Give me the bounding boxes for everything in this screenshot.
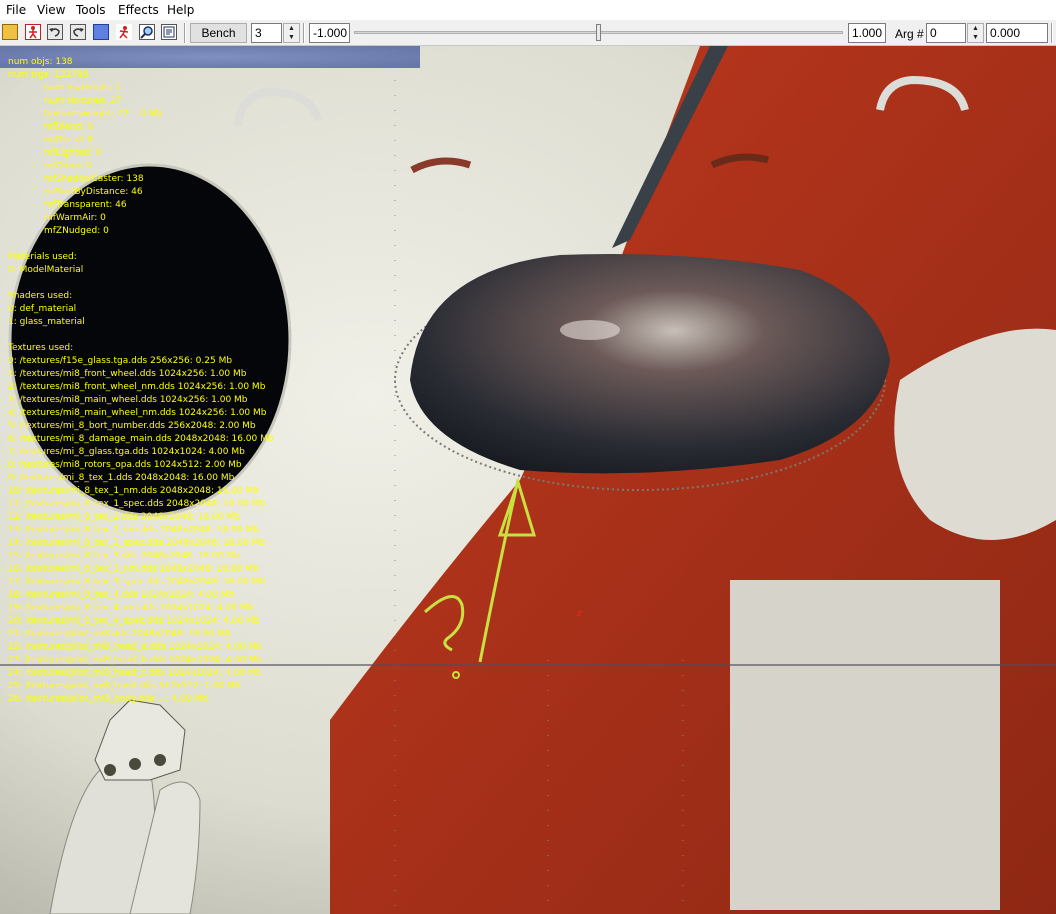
materials-header: Materials used: (8, 252, 77, 262)
shader-line: 1: glass_material (8, 317, 85, 327)
stat-line: mfShadowCaster: 138 (44, 174, 144, 184)
stat-line: mfLighted: 0 (44, 148, 102, 158)
3d-viewport[interactable]: num objs: 138 num trgs: 132795 num mater… (0, 46, 1056, 914)
stat-line: num objs: 138 (8, 57, 73, 67)
harness-buckle (129, 758, 141, 770)
slider-max-field[interactable]: 1.000 (848, 23, 886, 43)
menu-file[interactable]: File (6, 3, 26, 17)
bench-count-spinner[interactable]: ▲ ▼ (283, 23, 300, 43)
texture-line: 6: /textures/mi_8_damage_main.dds 2048x2… (8, 434, 274, 444)
spin-up-icon[interactable]: ▲ (968, 24, 983, 33)
texture-line: 5: /textures/mi_8_bort_number.dds 256x20… (8, 421, 256, 431)
blister-highlight (560, 320, 620, 340)
texture-line: 26: /textures/pilot_mi8_body.dds ...: 4.… (8, 694, 209, 704)
toolbar-separator (303, 23, 305, 43)
texture-line: 9: /textures/mi_8_tex_1.dds 2048x2048: 1… (8, 473, 235, 483)
texture-line: 14: /textures/mi_8_tex_2_spec.dds 2048x2… (8, 538, 266, 548)
arg-label: Arg # (895, 27, 924, 41)
slider-thumb[interactable] (596, 24, 601, 41)
texture-line: 10: /textures/mi_8_tex_1_nm.dds 2048x204… (8, 486, 259, 496)
stat-line: texturesweight: 27 ...0 Mb (44, 109, 163, 119)
texture-line: 4: /textures/mi8_main_wheel_nm.dds 1024x… (8, 408, 267, 418)
texture-line: 12: /textures/mi_8_tex_2.dds 2048x2048: … (8, 512, 241, 522)
figure-icon[interactable] (25, 24, 41, 40)
toolbar-separator (1051, 23, 1053, 43)
menu-bar: File View Tools Effects Help (0, 0, 1056, 20)
spin-up-icon[interactable]: ▲ (284, 24, 299, 33)
menu-effects[interactable]: Effects (118, 3, 159, 17)
texture-line: 20: /textures/mi_8_tex_4_spec.dds 1024x1… (8, 616, 260, 626)
stat-line: mfZNudged: 0 (44, 226, 109, 236)
texture-line: 1: /textures/mi8_front_wheel.dds 1024x25… (8, 369, 247, 379)
texture-line: 22: /textures/pilot_mi8_head_a.dds 1024x… (8, 642, 263, 652)
redo-icon[interactable] (70, 24, 86, 40)
texture-line: 25: /textures/pilot_mi8_hand.dds 512x512… (8, 681, 241, 691)
texture-line: 7: /textures/mi_8_glass.tga.dds 1024x102… (8, 447, 245, 457)
run-figure-icon[interactable] (116, 24, 132, 40)
render-icon[interactable] (93, 24, 109, 40)
info-icon[interactable] (161, 24, 177, 40)
menu-tools[interactable]: Tools (76, 3, 106, 17)
stat-line: num trgs: 132795 (8, 70, 89, 80)
spin-down-icon[interactable]: ▼ (968, 33, 983, 42)
texture-line: 13: /textures/mi_8_tex_2_nm.dds 2048x204… (8, 525, 259, 535)
material-line: 0: ModelMaterial (8, 265, 84, 275)
toolbar: Bench 3 ▲ ▼ -1.000 1.000 Arg # 0 ▲ ▼ 0.000 (0, 20, 1056, 46)
textures-header: Textures used: (8, 343, 74, 353)
stat-line: mfTransparent: 46 (44, 200, 127, 210)
bench-count-field[interactable]: 3 (251, 23, 282, 43)
render-stats-overlay: num objs: 138 num trgs: 132795 num mater… (8, 56, 274, 706)
texture-line: 2: /textures/mi8_front_wheel_nm.dds 1024… (8, 382, 266, 392)
white-marking-lower (730, 580, 1000, 910)
texture-line: 17: /textures/mi_8_tex_3_spec.dds 2048x2… (8, 577, 266, 587)
spin-down-icon[interactable]: ▼ (284, 33, 299, 42)
texture-line: 8: /textures/mi8_rotors_opa.dds 1024x512… (8, 460, 242, 470)
bench-button[interactable]: Bench (190, 23, 247, 43)
toolbar-separator (184, 23, 186, 43)
texture-line: 16: /textures/mi_8_tex_3_nm.dds 2048x204… (8, 564, 259, 574)
texture-line: 18: /textures/mi_8_tex_4.dds 1024x1024: … (8, 590, 235, 600)
texture-line: 3: /textures/mi8_main_wheel.dds 1024x256… (8, 395, 248, 405)
shader-line: 0: def_material (8, 304, 77, 314)
z-axis-label: z (577, 609, 582, 619)
arg-index-spinner[interactable]: ▲ ▼ (967, 23, 984, 43)
arg-value-field[interactable]: 0.000 (986, 23, 1048, 43)
undo-icon[interactable] (47, 24, 63, 40)
stat-line: mfBlend: 0 (44, 122, 94, 132)
arg-slider[interactable] (354, 23, 843, 43)
texture-line: 0: /textures/f15e_glass.tga.dds 256x256:… (8, 356, 233, 366)
stat-line: mfWarmAir: 0 (44, 213, 106, 223)
arg-index-field[interactable]: 0 (926, 23, 966, 43)
harness-buckle (154, 754, 166, 766)
open-folder-icon[interactable] (2, 24, 18, 40)
texture-line: 11: /textures/mi_8_tex_1_spec.dds 2048x2… (8, 499, 266, 509)
stat-line: mfDecal: 0 (44, 135, 93, 145)
menu-view[interactable]: View (37, 3, 65, 17)
stat-line: num materials: 1 (44, 83, 121, 93)
texture-line: 24: /textures/pilot_mi8_head_c.dds 1024x… (8, 668, 262, 678)
texture-line: 19: /textures/mi_8_tex_4_nm.dds 1024x102… (8, 603, 254, 613)
harness-buckle (104, 764, 116, 776)
stat-line: num textures: 27 (44, 96, 122, 106)
texture-line: 21: /textures/pilot_mi8.dds 2048x2048: 1… (8, 629, 231, 639)
slider-min-field[interactable]: -1.000 (309, 23, 350, 43)
zoom-icon[interactable] (139, 24, 155, 40)
stat-line: mfOmni: 0 (44, 161, 92, 171)
texture-line: 23: /textures/pilot_mi8_head_b.dds 1024x… (8, 655, 263, 665)
texture-line: 15: /textures/mi_8_tex_3.dds 2048x2048: … (8, 551, 241, 561)
blister-dome (410, 254, 890, 474)
shaders-header: Shaders used: (8, 291, 73, 301)
menu-help[interactable]: Help (167, 3, 194, 17)
stat-line: mfSortByDistance: 46 (44, 187, 143, 197)
